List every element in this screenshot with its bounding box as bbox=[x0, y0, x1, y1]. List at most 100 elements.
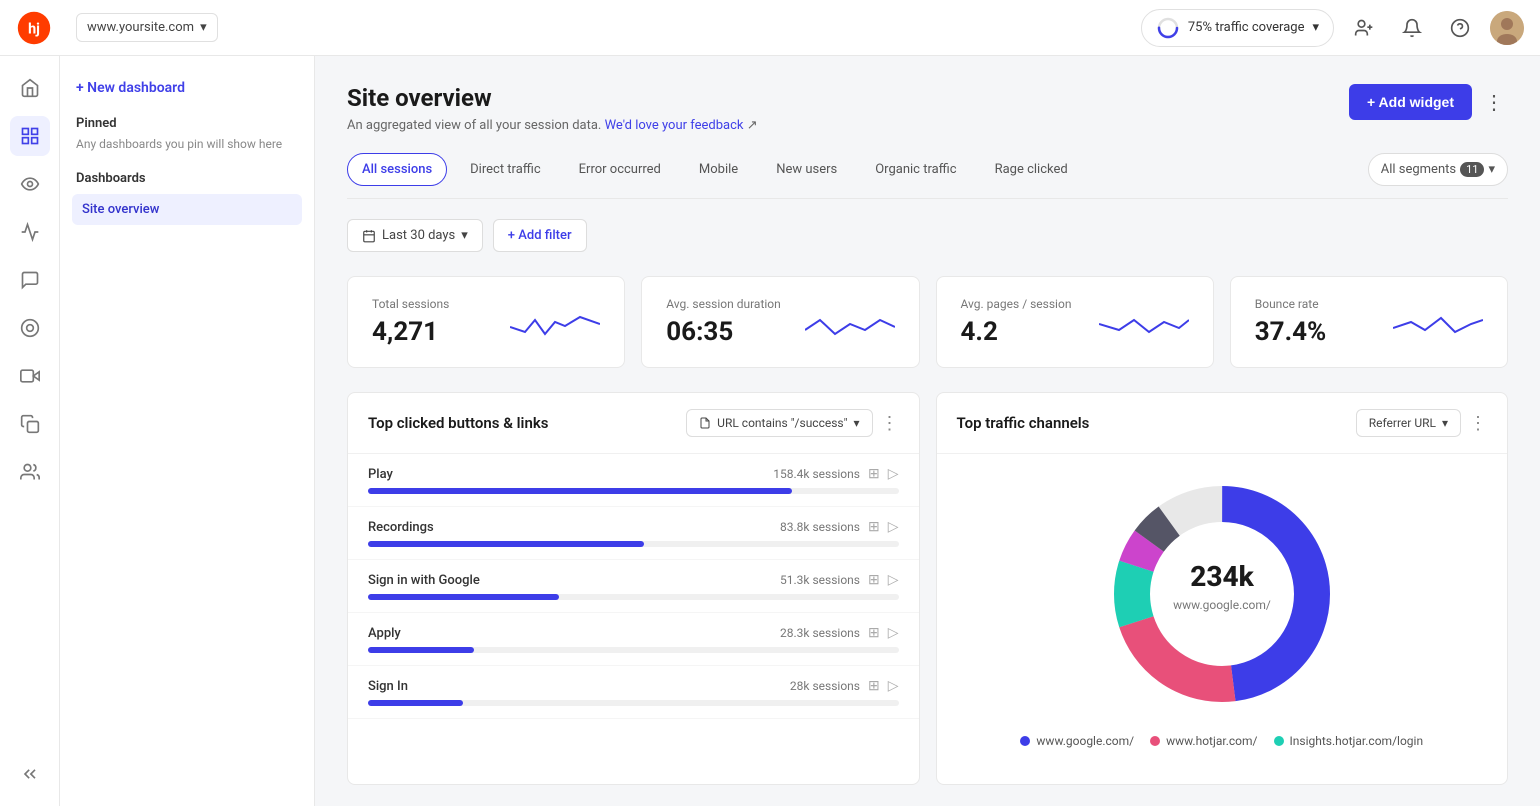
segments-label: All segments bbox=[1381, 162, 1456, 177]
chevron-down-icon: ▾ bbox=[1312, 20, 1319, 35]
new-dashboard-label: + New dashboard bbox=[76, 80, 185, 96]
segments-button[interactable]: All segments 11 ▾ bbox=[1368, 153, 1508, 186]
heatmap-icon[interactable]: ⊞ bbox=[868, 572, 880, 588]
pinned-label: Pinned bbox=[72, 116, 302, 131]
stat-label: Bounce rate bbox=[1255, 297, 1327, 311]
topbar: hj www.yoursite.com ▾ 75% traffic covera… bbox=[0, 0, 1540, 56]
top-channels-widget: Top traffic channels Referrer URL ▾ ⋮ bbox=[936, 392, 1509, 785]
feedback-link[interactable]: We'd love your feedback bbox=[605, 118, 744, 133]
add-user-button[interactable] bbox=[1346, 10, 1382, 46]
sidebar-panel: + New dashboard Pinned Any dashboards yo… bbox=[60, 56, 315, 806]
svg-text:234k: 234k bbox=[1190, 560, 1254, 593]
date-range-label: Last 30 days bbox=[382, 228, 455, 243]
legend-item: www.google.com/ bbox=[1020, 734, 1134, 748]
sidebar-icon-recordings[interactable] bbox=[10, 356, 50, 396]
stat-card-avg-session-duration: Avg. session duration 06:35 bbox=[641, 276, 919, 368]
traffic-coverage-btn[interactable]: 75% traffic coverage ▾ bbox=[1141, 9, 1334, 47]
stat-value: 4,271 bbox=[372, 317, 449, 347]
page-header-left: Site overview An aggregated view of all … bbox=[347, 84, 758, 133]
referrer-filter-button[interactable]: Referrer URL ▾ bbox=[1356, 409, 1461, 437]
play-icon[interactable]: ▷ bbox=[888, 572, 899, 588]
chevron-down-icon: ▾ bbox=[461, 228, 468, 243]
top-clicked-widget: Top clicked buttons & links URL contains… bbox=[347, 392, 920, 785]
avatar[interactable] bbox=[1490, 11, 1524, 45]
page-subtitle: An aggregated view of all your session d… bbox=[347, 118, 758, 133]
add-widget-label: + Add widget bbox=[1367, 94, 1454, 110]
heatmap-icon[interactable]: ⊞ bbox=[868, 625, 880, 641]
widget-title: Top traffic channels bbox=[957, 414, 1090, 432]
pinned-desc: Any dashboards you pin will show here bbox=[72, 137, 302, 151]
widget-more-button[interactable]: ⋮ bbox=[1469, 413, 1487, 434]
chevron-down-icon: ▾ bbox=[1442, 416, 1448, 430]
logo[interactable]: hj bbox=[16, 10, 52, 46]
filter-tab-mobile[interactable]: Mobile bbox=[684, 153, 753, 186]
add-filter-label: + Add filter bbox=[508, 228, 572, 243]
chevron-down-icon: ▾ bbox=[200, 20, 207, 35]
url-filter-button[interactable]: URL contains "/success" ▾ bbox=[686, 409, 872, 437]
stat-label: Total sessions bbox=[372, 297, 449, 311]
site-selector[interactable]: www.yoursite.com ▾ bbox=[76, 13, 218, 42]
donut-legend: www.google.com/ www.hotjar.com/ Insights… bbox=[1004, 734, 1439, 764]
add-widget-button[interactable]: + Add widget bbox=[1349, 84, 1472, 120]
filter-tab-error-occurred[interactable]: Error occurred bbox=[564, 153, 676, 186]
sidebar-icons bbox=[0, 56, 60, 806]
stat-value: 37.4% bbox=[1255, 317, 1327, 347]
sidebar-icon-heatmaps[interactable] bbox=[10, 308, 50, 348]
dashboards-label: Dashboards bbox=[72, 171, 302, 186]
list-item: Recordings 83.8k sessions ⊞ ▷ bbox=[348, 507, 919, 560]
list-item: Play 158.4k sessions ⊞ ▷ bbox=[348, 454, 919, 507]
notifications-button[interactable] bbox=[1394, 10, 1430, 46]
filter-tab-organic-traffic[interactable]: Organic traffic bbox=[860, 153, 971, 186]
list-item: Sign in with Google 51.3k sessions ⊞ ▷ bbox=[348, 560, 919, 613]
filter-tab-rage-clicked[interactable]: Rage clicked bbox=[980, 153, 1083, 186]
main-area: + New dashboard Pinned Any dashboards yo… bbox=[0, 56, 1540, 806]
sidebar-item-site-overview[interactable]: Site overview bbox=[72, 194, 302, 225]
new-dashboard-button[interactable]: + New dashboard bbox=[72, 72, 302, 104]
sidebar-icon-analytics[interactable] bbox=[10, 212, 50, 252]
help-button[interactable] bbox=[1442, 10, 1478, 46]
svg-text:hj: hj bbox=[28, 20, 40, 37]
play-icon[interactable]: ▷ bbox=[888, 519, 899, 535]
legend-item: www.hotjar.com/ bbox=[1150, 734, 1257, 748]
page-title: Site overview bbox=[347, 84, 758, 112]
play-icon[interactable]: ▷ bbox=[888, 678, 899, 694]
heatmap-icon[interactable]: ⊞ bbox=[868, 519, 880, 535]
donut-chart-container: 234k www.google.com/ www.google.com/ bbox=[937, 454, 1508, 784]
heatmap-icon[interactable]: ⊞ bbox=[868, 466, 880, 482]
app-container: hj www.yoursite.com ▾ 75% traffic covera… bbox=[0, 0, 1540, 806]
sidebar-icon-observe[interactable] bbox=[10, 164, 50, 204]
sidebar-icon-users[interactable] bbox=[10, 452, 50, 492]
add-filter-button[interactable]: + Add filter bbox=[493, 219, 587, 252]
chevron-down-icon: ▾ bbox=[853, 416, 859, 430]
list-item: Sign In 28k sessions ⊞ ▷ bbox=[348, 666, 919, 719]
filter-tabs-row: All sessions Direct traffic Error occurr… bbox=[347, 153, 1508, 199]
sidebar-icon-home[interactable] bbox=[10, 68, 50, 108]
controls-row: Last 30 days ▾ + Add filter bbox=[347, 219, 1508, 252]
stat-value: 06:35 bbox=[666, 317, 781, 347]
stat-label: Avg. session duration bbox=[666, 297, 781, 311]
bottom-row: Top clicked buttons & links URL contains… bbox=[347, 392, 1508, 785]
play-icon[interactable]: ▷ bbox=[888, 466, 899, 482]
site-url: www.yoursite.com bbox=[87, 20, 194, 35]
donut-chart: 234k www.google.com/ bbox=[1102, 474, 1342, 714]
sidebar-icon-dashboard[interactable] bbox=[10, 116, 50, 156]
stat-value: 4.2 bbox=[961, 317, 1072, 347]
filter-tab-all-sessions[interactable]: All sessions bbox=[347, 153, 447, 186]
sidebar-icon-feedback[interactable] bbox=[10, 260, 50, 300]
widget-more-button[interactable]: ⋮ bbox=[881, 413, 899, 434]
legend-item: Insights.hotjar.com/login bbox=[1274, 734, 1424, 748]
main-content: Site overview An aggregated view of all … bbox=[315, 56, 1540, 806]
chevron-down-icon: ▾ bbox=[1488, 162, 1495, 177]
play-icon[interactable]: ▷ bbox=[888, 625, 899, 641]
more-options-button[interactable]: ⋮ bbox=[1480, 86, 1508, 118]
date-range-button[interactable]: Last 30 days ▾ bbox=[347, 219, 483, 252]
segments-count: 11 bbox=[1460, 162, 1484, 177]
list-item: Apply 28.3k sessions ⊞ ▷ bbox=[348, 613, 919, 666]
widget-title: Top clicked buttons & links bbox=[368, 414, 548, 432]
sidebar-icon-surveys[interactable] bbox=[10, 404, 50, 444]
filter-tab-direct-traffic[interactable]: Direct traffic bbox=[455, 153, 556, 186]
sidebar-icon-collapse[interactable] bbox=[10, 754, 50, 794]
stat-card-total-sessions: Total sessions 4,271 bbox=[347, 276, 625, 368]
filter-tab-new-users[interactable]: New users bbox=[761, 153, 852, 186]
heatmap-icon[interactable]: ⊞ bbox=[868, 678, 880, 694]
